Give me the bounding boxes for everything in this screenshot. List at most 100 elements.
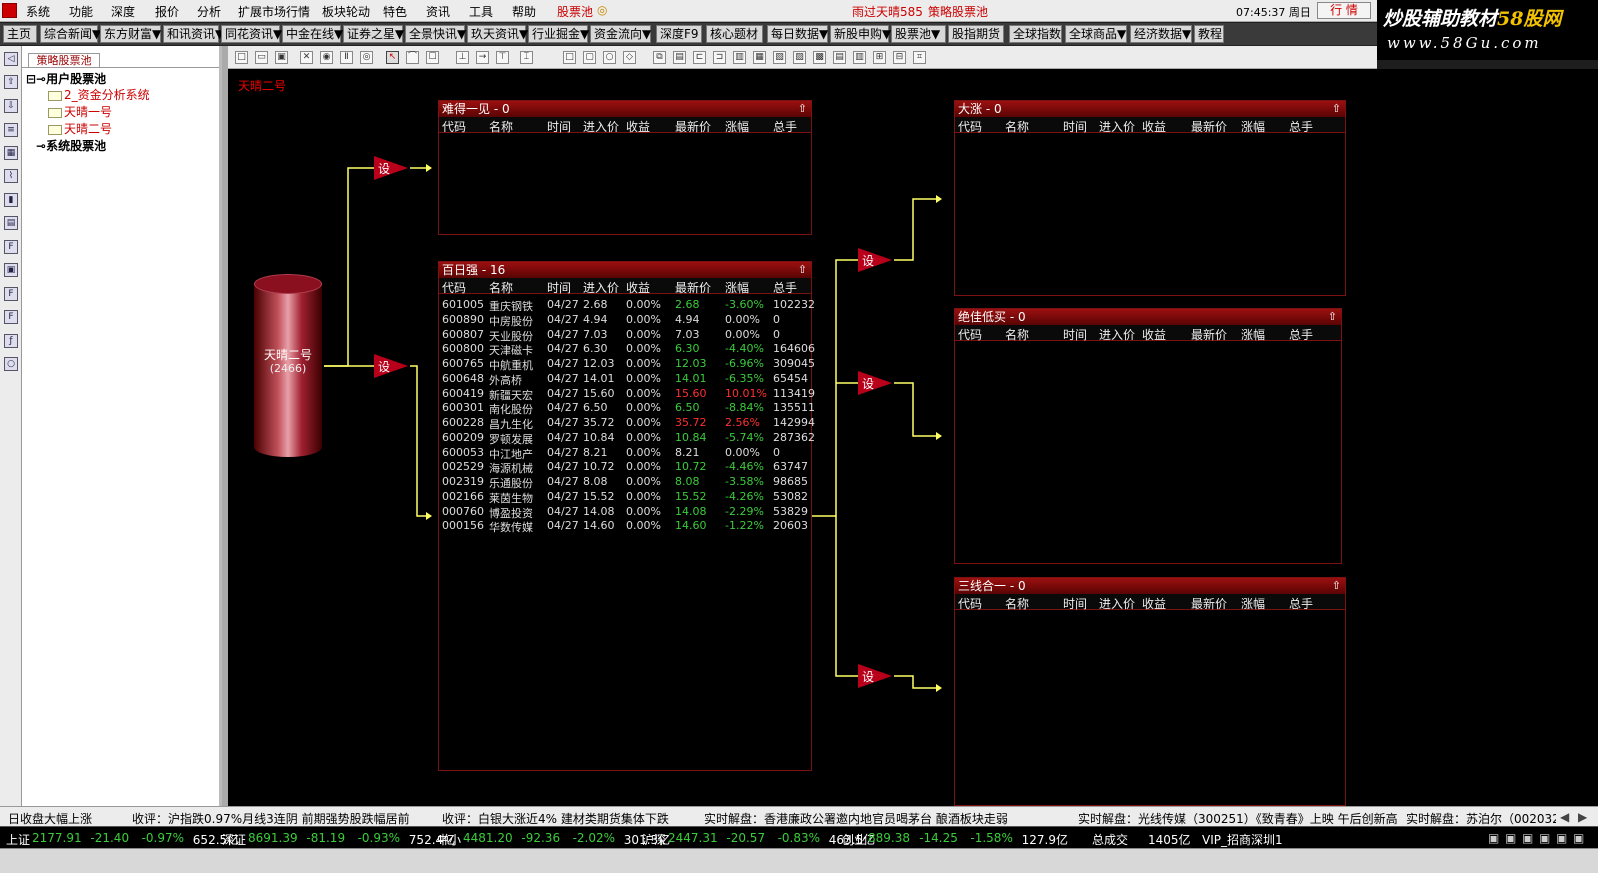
nav-button-18[interactable]: 全球商品▼ (1065, 25, 1127, 43)
nav-button-3[interactable]: 和讯资讯▼ (163, 25, 224, 43)
collapse-up-icon[interactable]: ⇧ (1332, 101, 1341, 117)
table-row[interactable]: 600419 新疆天宏 04/27 15.60 0.00% 15.60 10.01% 1134… (439, 386, 815, 402)
align-top-icon[interactable]: ▦ (753, 51, 766, 64)
pool-title[interactable]: 难得一见 - 0 ⇧ (439, 101, 811, 117)
tree-expand-icon[interactable]: ⊟⊸ (26, 72, 46, 86)
tree-node-tianqing-1[interactable]: 天晴一号 (48, 103, 112, 120)
quote-button[interactable]: 行 情 (1317, 2, 1371, 19)
new-doc-icon[interactable]: □ (235, 51, 248, 64)
nav-button-0[interactable]: 主页 (3, 25, 37, 43)
nav-button-7[interactable]: 全景快讯▼ (405, 25, 466, 43)
menu-tools[interactable]: 工具 (469, 3, 493, 20)
news-item[interactable]: 收评：白银大涨近4% 建材类期货集体下跌 (442, 810, 669, 827)
report-icon[interactable]: ▣ (4, 263, 18, 277)
menu-help[interactable]: 帮助 (512, 3, 536, 20)
same-width-icon[interactable]: ▩ (813, 51, 826, 64)
news-item[interactable]: 实时解盘：香港廉政公署邀内地官员喝茅台 酿酒板块走弱 (704, 810, 1008, 827)
nav-button-12[interactable]: 核心题材 (706, 25, 763, 43)
nav-button-4[interactable]: 同花资讯▼ (221, 25, 282, 43)
space-h-icon[interactable]: ⊞ (873, 51, 886, 64)
table-row[interactable]: 600228 昌九生化 04/27 35.72 0.00% 35.72 2.56% 14299… (439, 415, 815, 431)
index-name[interactable]: 中小 (437, 831, 461, 848)
table-row[interactable]: 600800 天津磁卡 04/27 6.30 0.00% 6.30 -4.40% 164606 (439, 341, 815, 357)
diamond-icon[interactable]: ◇ (623, 51, 636, 64)
news-item[interactable]: 收评：沪指跌0.97%月线3连阴 前期强势股跌幅居前 (132, 810, 410, 827)
f12-icon[interactable]: F (4, 310, 18, 324)
collapse-up-icon[interactable]: ⇧ (1328, 309, 1337, 325)
arrow-right-icon[interactable]: → (476, 51, 489, 64)
menu-quote[interactable]: 报价 (155, 3, 179, 20)
open-icon[interactable]: ▭ (255, 51, 268, 64)
formula-icon[interactable]: ƒ (4, 334, 18, 348)
copy-icon[interactable]: ⧉ (653, 51, 666, 64)
nav-button-20[interactable]: 教程 (1194, 25, 1224, 43)
index-name[interactable]: 创业 (842, 831, 866, 848)
nav-button-15[interactable]: 股票池▼ (891, 25, 946, 43)
table-row[interactable]: 002529 海源机械 04/27 10.72 0.00% 10.72 -4.46% 6374… (439, 459, 811, 475)
news-item[interactable]: 日收盘大幅上涨 (8, 810, 92, 827)
same-height-icon[interactable]: ▤ (833, 51, 846, 64)
table-row[interactable]: 600807 天业股份 04/27 7.03 0.00% 7.03 0.00% 0 (439, 327, 811, 343)
stop-icon[interactable]: ◉ (320, 51, 333, 64)
align-middle-icon[interactable]: ▧ (773, 51, 786, 64)
table-row[interactable]: 600053 中江地产 04/27 8.21 0.00% 8.21 0.00% 0 (439, 445, 811, 461)
align-left-icon[interactable]: ⊏ (693, 51, 706, 64)
nav-button-1[interactable]: 综合新闻▼ (40, 25, 101, 43)
menu-extended-market[interactable]: 扩展市场行情 (238, 3, 310, 20)
index-name[interactable]: 沪深 (642, 831, 666, 848)
table-row[interactable]: 600301 南化股份 04/27 6.50 0.00% 6.50 -8.84% 135511 (439, 400, 815, 416)
menu-function[interactable]: 功能 (69, 3, 93, 20)
menu-sector-rotation[interactable]: 板块轮动 (322, 3, 370, 20)
merge-tool-icon[interactable]: ⊤ (496, 51, 509, 64)
f10-icon[interactable]: F (4, 240, 18, 254)
table-row[interactable]: 600209 罗顿发展 04/27 10.84 0.00% 10.84 -5.74% 2873… (439, 430, 815, 446)
save-icon[interactable]: ▣ (275, 51, 288, 64)
nav-button-5[interactable]: 中金在线▼ (282, 25, 343, 43)
tree-node-system-pools[interactable]: ⊸系统股票池 (36, 137, 106, 154)
tree-node-tianqing-2[interactable]: 天晴二号 (48, 120, 112, 137)
down-arrow-icon[interactable]: ⇩ (4, 99, 18, 113)
nav-button-2[interactable]: 东方财富▼ (100, 25, 161, 43)
ellipse-icon[interactable]: ○ (603, 51, 616, 64)
news-next-icon[interactable]: ▶ (1578, 810, 1587, 824)
menu-system[interactable]: 系统 (26, 3, 50, 20)
nav-button-8[interactable]: 玖天资讯▼ (467, 25, 528, 43)
tree-collapsed-icon[interactable]: ⊸ (36, 139, 46, 153)
table-row[interactable]: 600890 中房股份 04/27 4.94 0.00% 4.94 0.00% 0 (439, 312, 811, 328)
nav-button-9[interactable]: 行业掘金▼ (528, 25, 589, 43)
nav-button-14[interactable]: 新股申购▼ (830, 25, 891, 43)
quote-list-icon[interactable]: ≡ (4, 123, 18, 137)
up-arrow-icon[interactable]: ⇧ (4, 75, 18, 89)
bar-chart-icon[interactable]: ▮ (4, 193, 18, 207)
news-item[interactable]: 实时解盘：苏泊尔（002032）净 (1406, 810, 1556, 827)
nav-button-6[interactable]: 证券之星▼ (343, 25, 404, 43)
tree-node-fund-analysis[interactable]: 2_资金分析系统 (48, 86, 150, 103)
nav-button-11[interactable]: 深度F9 (656, 25, 702, 43)
table-row[interactable]: 002319 乐通股份 04/27 8.08 0.00% 8.08 -3.58% 98685 (439, 474, 811, 490)
collapse-up-icon[interactable]: ⇧ (798, 262, 807, 278)
delete-icon[interactable]: ✕ (300, 51, 313, 64)
pool-title[interactable]: 绝佳低买 - 0 ⇧ (955, 309, 1341, 325)
table-row[interactable]: 000156 华数传媒 04/27 14.60 0.00% 14.60 -1.22% 2060… (439, 518, 811, 534)
table-row[interactable]: 601005 重庆钢铁 04/27 2.68 0.00% 2.68 -3.60% 102232 (439, 297, 815, 313)
align-center-icon[interactable]: ⊐ (713, 51, 726, 64)
tree-node-user-pools[interactable]: ⊟⊸用户股票池 (26, 70, 106, 87)
mail-icon[interactable]: ▣ (1488, 831, 1499, 845)
news-item[interactable]: 实时解盘：光线传媒（300251）《致青春》上映 午后创新高 (1078, 810, 1398, 827)
nav-button-17[interactable]: 全球指数 (1009, 25, 1062, 43)
settings-icon[interactable]: ▣ (1573, 831, 1584, 845)
nav-button-19[interactable]: 经济数据▼ (1130, 25, 1192, 43)
table-row[interactable]: 600648 外高桥 04/27 14.01 0.00% 14.01 -6.35% 65454 (439, 371, 811, 387)
split-tool-icon[interactable]: ⊥ (456, 51, 469, 64)
source-pool-cylinder[interactable]: 天晴二号 (2466) (254, 274, 322, 457)
header-link-strategy-pool[interactable]: 策略股票池 (928, 3, 988, 20)
news-prev-icon[interactable]: ◀ (1560, 810, 1569, 824)
round-rect-icon[interactable]: ▢ (583, 51, 596, 64)
space-v-icon[interactable]: ⊟ (893, 51, 906, 64)
tab-strategy-pool[interactable]: 策略股票池 (28, 53, 100, 68)
menu-feature[interactable]: 特色 (383, 3, 407, 20)
arrange-icon[interactable]: ⌶ (520, 51, 533, 64)
note-icon[interactable]: ▣ (1539, 831, 1550, 845)
menu-stock-pool[interactable]: 股票池 (557, 3, 593, 20)
pointer-tool-icon[interactable]: ↖ (386, 51, 399, 64)
